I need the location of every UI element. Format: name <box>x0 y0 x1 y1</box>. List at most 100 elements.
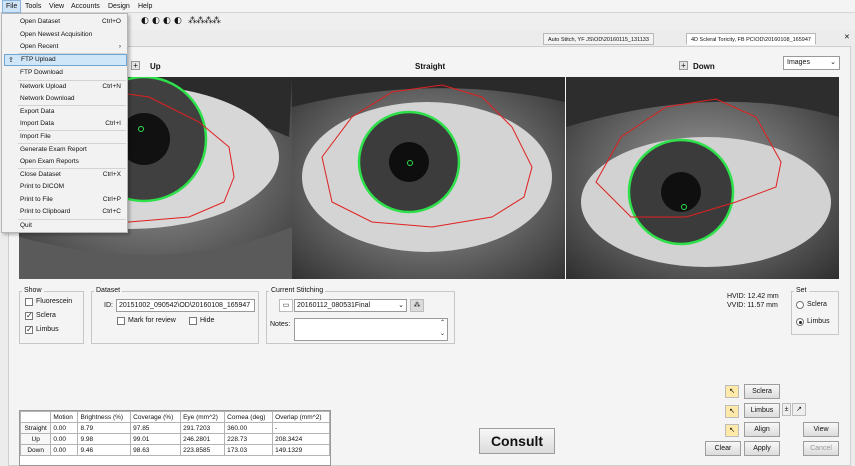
view-title-up: Up <box>150 62 161 71</box>
table-cell: 0.00 <box>50 422 79 434</box>
eye-icon[interactable]: ◐ <box>163 16 171 26</box>
menu-file[interactable]: File <box>2 0 22 13</box>
tab-scleral-toricity[interactable]: 4D Scleral Toricity, FB PC\OD\20160108_1… <box>686 33 816 45</box>
limbus-checkbox[interactable] <box>25 325 33 334</box>
stitching-select[interactable]: 20160112_080531Final ⌄ <box>294 299 407 312</box>
table-row: Straight 0.00 8.79 97.85 291.7203 360.00… <box>19 422 330 434</box>
images-select[interactable]: Images ⌄ <box>783 56 840 70</box>
table-cell: 0.00 <box>50 433 79 445</box>
menu-help[interactable]: Help <box>135 0 155 13</box>
menu-item-ftp-download[interactable]: FTP Download <box>4 67 127 79</box>
table-cell: 9.46 <box>77 444 132 456</box>
scroll-up-icon[interactable]: ⌃ <box>440 319 445 329</box>
set-group <box>791 291 839 335</box>
id-label: ID: <box>104 302 113 309</box>
table-cell: 149.1329 <box>272 444 330 456</box>
pointer-icon[interactable]: ↖ <box>725 385 739 398</box>
eye-icon[interactable]: ◐ <box>141 16 149 26</box>
menu-item-import-file[interactable]: Import File <box>4 131 127 143</box>
menu-item-label: Import File <box>20 133 51 140</box>
menu-accounts[interactable]: Accounts <box>68 0 103 13</box>
menu-item-label: Open Newest Acquisition <box>20 31 93 38</box>
align-button[interactable]: Align <box>744 422 780 437</box>
eye-icon[interactable]: ◐ <box>174 16 182 26</box>
scroll-down-icon[interactable]: ⌄ <box>440 329 445 340</box>
menu-item-print-to-file[interactable]: Print to File Ctrl+P <box>4 194 127 206</box>
consult-button[interactable]: Consult <box>479 428 555 454</box>
menu-view[interactable]: View <box>46 0 67 13</box>
table-row: Down 0.00 9.46 98.63 223.8585 173.03 149… <box>19 444 330 456</box>
hide-checkbox[interactable] <box>189 317 197 325</box>
menu-item-open-dataset[interactable]: Open Dataset Ctrl+O <box>4 16 127 28</box>
table-header <box>19 411 52 423</box>
notes-label: Notes: <box>270 321 291 328</box>
table-cell: 173.03 <box>224 444 274 456</box>
menu-item-quit[interactable]: Quit <box>4 220 127 232</box>
images-select-value: Images <box>787 59 810 66</box>
chevron-right-icon: › <box>118 43 121 50</box>
menu-item-shortcut: Ctrl+O <box>102 18 121 25</box>
clear-button[interactable]: Clear <box>705 441 741 456</box>
sclera-checkbox[interactable] <box>25 311 33 320</box>
stitch-pattern-icon[interactable]: ⁂ <box>410 299 424 312</box>
table-cell: 9.98 <box>77 433 132 445</box>
toolbar <box>0 13 855 30</box>
menu-item-label: Open Recent <box>20 43 59 50</box>
menu-design[interactable]: Design <box>105 0 133 13</box>
menu-item-open-exam-reports[interactable]: Open Exam Reports <box>4 156 127 168</box>
upload-icon: ⇪ <box>8 57 14 64</box>
menu-item-ftp-upload[interactable]: ⇪ FTP Upload <box>4 54 127 66</box>
pointer-icon[interactable]: ↖ <box>725 405 739 418</box>
eye-image-down[interactable] <box>566 77 839 279</box>
tab-auto-stitch[interactable]: Auto Stitch, YF JS\OD\20160115_131133 <box>543 33 654 45</box>
menu-item-open-recent[interactable]: Open Recent › <box>4 41 127 53</box>
limbus-button[interactable]: Limbus <box>744 403 780 418</box>
fluorescein-label: Fluorescein <box>36 298 73 305</box>
table-header: Brightness (%) <box>77 411 132 423</box>
menu-item-network-upload[interactable]: Network Upload Ctrl+N <box>4 81 127 93</box>
menu-item-network-download[interactable]: Network Download <box>4 93 127 105</box>
sclera-button[interactable]: Sclera <box>744 384 780 399</box>
show-group-title: Show <box>22 287 44 294</box>
menu-item-generate-exam-report[interactable]: Generate Exam Report <box>4 144 127 156</box>
pattern-icon[interactable]: ⁂⁂ <box>188 16 205 26</box>
menu-item-open-newest-acquisition[interactable]: Open Newest Acquisition <box>4 29 127 41</box>
menu-item-print-to-clipboard[interactable]: Print to Clipboard Ctrl+C <box>4 206 127 218</box>
menu-item-close-dataset[interactable]: Close Dataset Ctrl+X <box>4 169 127 181</box>
view-button[interactable]: View <box>803 422 839 437</box>
document-icon[interactable]: ▭ <box>279 299 293 312</box>
view-title-straight: Straight <box>415 62 446 71</box>
fluorescein-checkbox[interactable] <box>25 298 33 306</box>
close-icon[interactable]: ✕ <box>844 33 850 41</box>
set-limbus-radio[interactable] <box>796 318 804 326</box>
menu-item-export-data[interactable]: Export Data <box>4 106 127 118</box>
limbus-label: Limbus <box>36 326 59 333</box>
hvid-value: HVID: 12.42 mm <box>727 293 779 300</box>
eye-image-straight[interactable] <box>292 77 565 279</box>
expand-down-button[interactable]: + <box>679 61 688 70</box>
menu-item-import-data[interactable]: Import Data Ctrl+I <box>4 118 127 130</box>
pointer-icon[interactable]: ↖ <box>725 424 739 437</box>
menu-item-shortcut: Ctrl+X <box>102 171 121 178</box>
set-sclera-radio[interactable] <box>796 301 804 309</box>
eye-icon[interactable]: ◐ <box>152 16 160 26</box>
apply-button[interactable]: Apply <box>744 441 780 456</box>
table-cell: 98.63 <box>130 444 182 456</box>
mark-for-review-checkbox[interactable] <box>117 317 125 325</box>
dataset-id-field[interactable]: 20151002_090542\OD\20160108_165947 <box>116 299 255 312</box>
expand-up-button[interactable]: + <box>131 61 140 70</box>
menu-item-label: FTP Upload <box>21 56 56 63</box>
table-cell: Up <box>19 433 52 445</box>
limbus-edit-icon[interactable]: ↗ <box>792 403 806 416</box>
menu-item-print-to-dicom[interactable]: Print to DICOM <box>4 181 127 193</box>
cancel-button[interactable]: Cancel <box>803 441 839 456</box>
menu-tools[interactable]: Tools <box>22 0 44 13</box>
table-cell: 0.00 <box>50 444 79 456</box>
limbus-add-icon[interactable]: ± <box>782 403 791 416</box>
table-header: Overlap (mm^2) <box>272 411 330 423</box>
stitching-group-title: Current Stitching <box>269 287 326 294</box>
table-cell: Down <box>19 444 52 456</box>
menu-item-label: Network Download <box>20 95 75 102</box>
notes-field[interactable]: ⌃ ⌄ <box>294 318 448 341</box>
pattern-icon[interactable]: ⁂⁂ <box>204 16 221 26</box>
